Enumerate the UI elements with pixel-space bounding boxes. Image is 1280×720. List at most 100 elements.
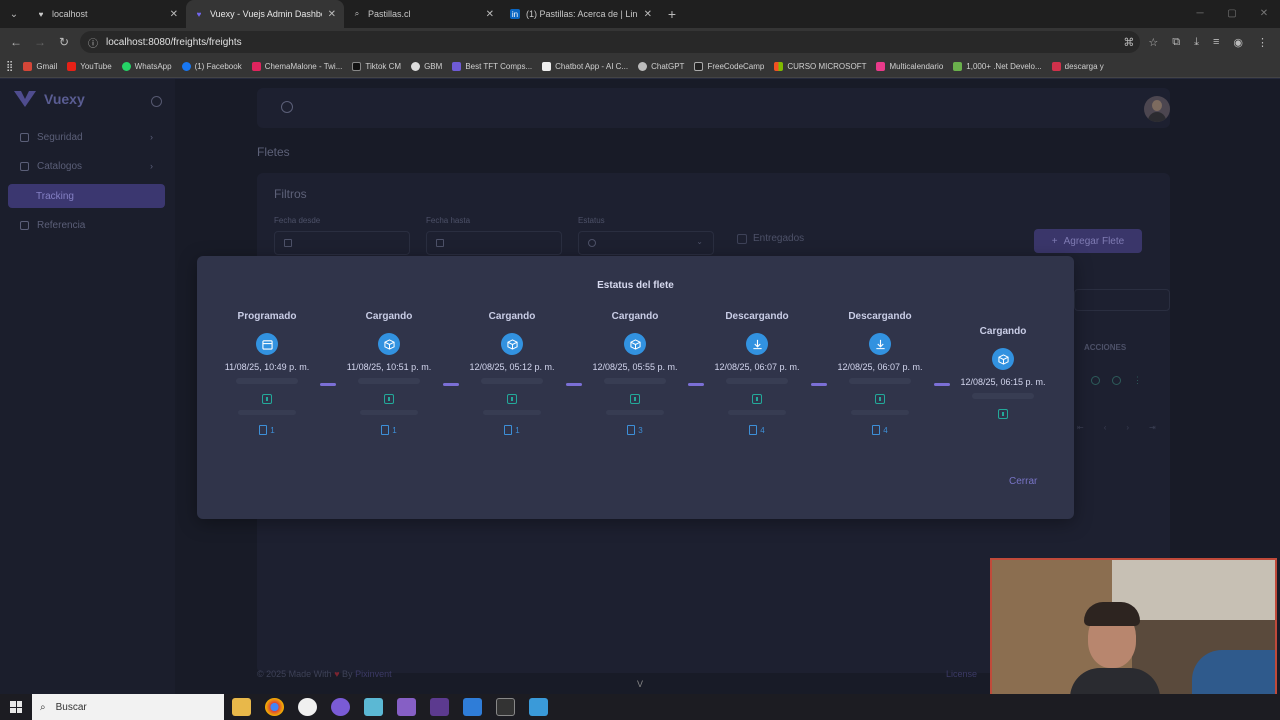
prev-page-icon[interactable]: ‹ <box>1104 423 1107 432</box>
bookmark-freecodecamp[interactable]: FreeCodeCamp <box>694 62 764 71</box>
bookmark-tft[interactable]: Best TFT Comps... <box>452 62 532 71</box>
bookmark-chatgpt[interactable]: ChatGPT <box>638 62 684 71</box>
close-tab-icon[interactable]: ✕ <box>644 9 652 20</box>
menu-icon[interactable]: ⋮ <box>1257 36 1268 49</box>
new-tab-button[interactable]: + <box>660 6 684 22</box>
close-tab-icon[interactable]: ✕ <box>328 9 336 20</box>
checkbox-box[interactable] <box>737 233 747 244</box>
sidebar-item-tracking[interactable]: Tracking <box>8 184 165 208</box>
download-icon <box>869 333 891 355</box>
notepad-icon[interactable] <box>364 698 383 716</box>
sidebar-item-seguridad[interactable]: Seguridad › <box>8 125 165 149</box>
document-link[interactable]: 3 <box>580 425 690 435</box>
file-icon <box>872 425 881 435</box>
status-select[interactable]: ⌄ <box>578 231 714 255</box>
browser-tab-pastillas[interactable]: ⌕ Pastillas.cl ✕ <box>344 0 502 28</box>
download-icon[interactable]: ⤓ <box>1194 36 1199 49</box>
add-freight-button[interactable]: + Agregar Flete <box>1034 229 1142 253</box>
extensions-icon[interactable]: ⧉ <box>1172 36 1180 49</box>
chrome-icon[interactable] <box>265 698 284 716</box>
timeline-step: Cargando 12/08/25, 05:55 p. m. 3 <box>580 311 690 435</box>
sidebar-toggle-icon[interactable] <box>151 96 162 107</box>
info-icon[interactable] <box>998 409 1008 419</box>
sidebar-item-referencia[interactable]: Referencia <box>8 213 165 237</box>
document-link[interactable]: 4 <box>825 425 935 435</box>
chevron-down-icon[interactable]: V <box>634 679 646 691</box>
taskbar-search[interactable]: ⌕ Buscar <box>32 694 224 720</box>
table-search-input[interactable] <box>1074 289 1170 311</box>
info-icon[interactable] <box>507 394 517 404</box>
document-link[interactable]: 1 <box>334 425 444 435</box>
url-input[interactable]: ⓘ localhost:8080/freights/freights <box>80 31 1140 53</box>
file-explorer-icon[interactable] <box>232 698 251 716</box>
windows-start-icon[interactable] <box>10 701 22 713</box>
apps-grid-icon[interactable]: ⣿ <box>6 61 13 72</box>
clock-icon[interactable] <box>1112 376 1121 385</box>
footer-license-link[interactable]: License <box>946 669 977 679</box>
close-button[interactable]: Cerrar <box>1009 476 1037 487</box>
close-tab-icon[interactable]: ✕ <box>486 9 494 20</box>
url-text: localhost:8080/freights/freights <box>106 36 242 48</box>
browser-tab-vuexy[interactable]: ♥ Vuexy - Vuejs Admin Dashboard ✕ <box>186 0 344 28</box>
first-page-icon[interactable]: ⇤ <box>1077 423 1084 432</box>
info-icon[interactable] <box>752 394 762 404</box>
next-page-icon[interactable]: › <box>1126 423 1129 432</box>
bookmark-gbm[interactable]: GBM <box>411 62 442 71</box>
browser-tab-localhost[interactable]: ♥ localhost ✕ <box>28 0 186 28</box>
tab-search-icon[interactable]: ⌄ <box>0 0 28 28</box>
translate-icon[interactable]: ⌘ <box>1123 36 1134 49</box>
paint-icon[interactable] <box>529 698 548 716</box>
brand[interactable]: Vuexy <box>14 91 85 107</box>
forward-icon[interactable]: → <box>28 35 52 49</box>
github-icon[interactable] <box>298 698 317 716</box>
bookmark-twitter[interactable]: ChemaMalone - Twi... <box>251 62 342 71</box>
bookmark-whatsapp[interactable]: WhatsApp <box>121 62 172 71</box>
bookmark-microsoft[interactable]: CURSO MICROSOFT <box>774 62 866 71</box>
info-icon[interactable] <box>262 394 272 404</box>
bookmark-star-icon[interactable]: ☆ <box>1148 36 1158 49</box>
media-icon[interactable]: ≡ <box>1213 36 1219 48</box>
footer-brand-link[interactable]: Pixinvent <box>355 669 392 679</box>
terminal-icon[interactable] <box>430 698 449 716</box>
document-link[interactable]: 4 <box>702 425 812 435</box>
avatar[interactable] <box>1144 96 1170 122</box>
info-icon[interactable] <box>875 394 885 404</box>
last-page-icon[interactable]: ⇥ <box>1149 423 1156 432</box>
facebook-icon <box>181 62 191 71</box>
back-icon[interactable]: ← <box>4 35 28 49</box>
delivered-checkbox[interactable]: Entregados <box>737 233 804 244</box>
visual-studio-icon[interactable] <box>397 698 416 716</box>
bookmark-dotnet[interactable]: 1,000+ .Net Develo... <box>953 62 1042 71</box>
more-vertical-icon[interactable]: ⋮ <box>1133 376 1142 385</box>
sidebar-item-catalogos[interactable]: Catalogos › <box>8 154 165 178</box>
close-tab-icon[interactable]: ✕ <box>170 9 178 20</box>
reload-icon[interactable]: ↻ <box>52 35 76 49</box>
bookmark-chatbot[interactable]: Chatbot App - AI C... <box>542 62 628 71</box>
site-info-icon[interactable]: ⓘ <box>88 35 98 50</box>
bookmark-descarga[interactable]: descarga y <box>1051 62 1104 71</box>
bookmark-tiktok[interactable]: Tiktok CM <box>352 62 401 71</box>
info-icon[interactable] <box>630 394 640 404</box>
moon-icon[interactable] <box>281 101 293 113</box>
chrome-profile-icon[interactable] <box>331 698 350 716</box>
maximize-icon[interactable]: ▢ <box>1216 0 1248 28</box>
date-to-input[interactable] <box>426 231 562 255</box>
location-icon[interactable] <box>1091 376 1100 385</box>
bookmark-youtube[interactable]: YouTube <box>67 62 112 71</box>
document-link[interactable]: 1 <box>457 425 567 435</box>
ghost-text <box>483 410 541 415</box>
document-link[interactable]: 1 <box>212 425 322 435</box>
date-from-input[interactable] <box>274 231 410 255</box>
minimize-icon[interactable]: ─ <box>1184 0 1216 28</box>
browser-tab-linkedin[interactable]: in (1) Pastillas: Acerca de | LinkedIn ✕ <box>502 0 660 28</box>
close-window-icon[interactable]: ✕ <box>1248 0 1280 28</box>
bookmark-multicalendario[interactable]: Multicalendario <box>876 62 943 71</box>
bookmark-gmail[interactable]: Gmail <box>23 62 57 71</box>
bookmark-facebook[interactable]: (1) Facebook <box>181 62 242 71</box>
profile-icon[interactable]: ◉ <box>1233 36 1243 49</box>
info-icon[interactable] <box>384 394 394 404</box>
ghost-text <box>238 410 296 415</box>
dev-tool-icon[interactable] <box>496 698 515 716</box>
freecodecamp-icon <box>694 62 704 71</box>
azure-data-studio-icon[interactable] <box>463 698 482 716</box>
